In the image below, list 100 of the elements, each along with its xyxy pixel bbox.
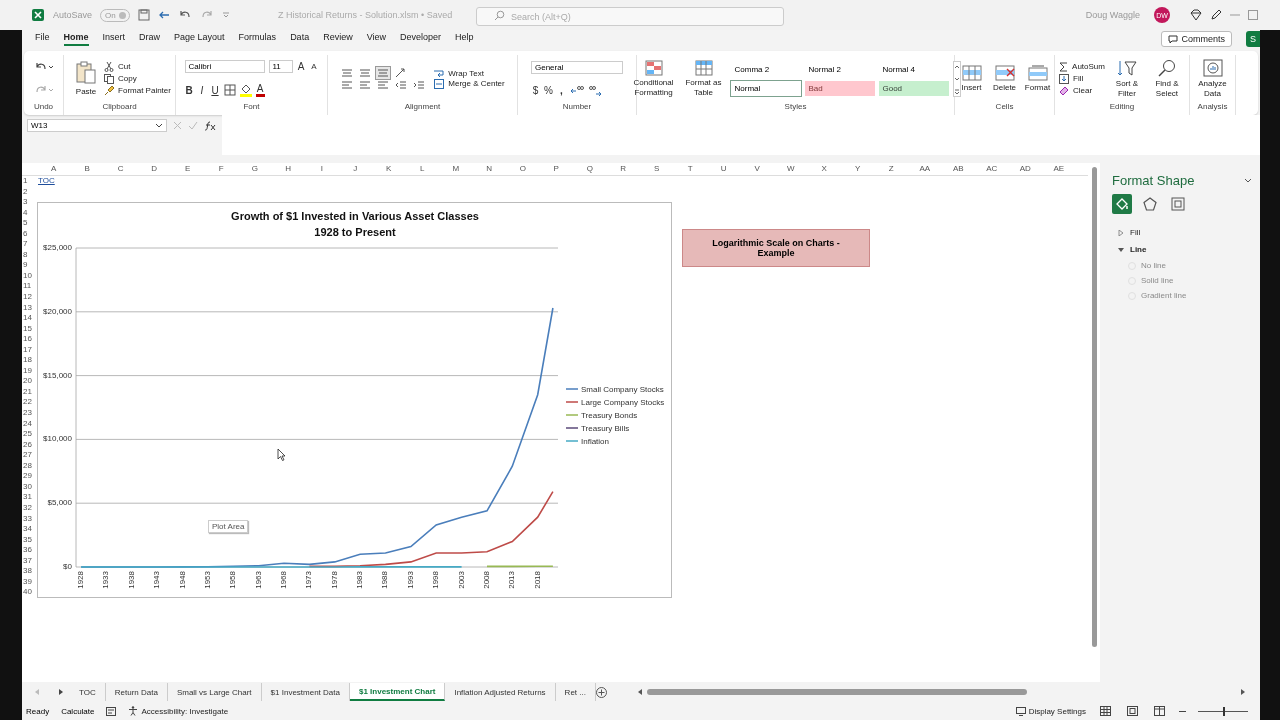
row-header[interactable]: 15 <box>22 323 37 335</box>
menu-tab[interactable]: Home <box>63 32 89 46</box>
sheet-tab[interactable]: Return Data <box>105 683 168 701</box>
row-header[interactable]: 16 <box>22 334 37 345</box>
display-settings-button[interactable]: Display Settings <box>1015 706 1086 716</box>
autosum-button[interactable]: AutoSum <box>1059 61 1105 72</box>
menu-tab[interactable]: Help <box>455 32 474 46</box>
cell-style[interactable]: Good <box>878 80 949 96</box>
column-header[interactable]: N <box>472 163 506 175</box>
row-header[interactable]: 24 <box>22 418 37 430</box>
column-header[interactable]: Z <box>874 163 908 175</box>
font-color-button[interactable]: A <box>255 83 265 97</box>
column-header[interactable]: Y <box>841 163 875 175</box>
row-header[interactable]: 19 <box>22 365 37 377</box>
column-header[interactable]: AA <box>908 163 942 175</box>
column-header[interactable]: AE <box>1042 163 1076 175</box>
format-cells-button[interactable]: Format <box>1021 64 1054 93</box>
section-header[interactable]: Fill <box>1118 228 1141 237</box>
underline-button[interactable]: U <box>210 84 220 96</box>
column-header[interactable]: O <box>506 163 540 175</box>
row-header[interactable]: 2 <box>22 186 37 198</box>
column-header[interactable]: J <box>338 163 372 175</box>
row-header[interactable]: 28 <box>22 460 37 472</box>
column-header[interactable]: U <box>707 163 741 175</box>
italic-button[interactable]: I <box>197 84 207 96</box>
shrink-font-button[interactable]: A <box>309 62 319 72</box>
row-header[interactable]: 38 <box>22 566 37 577</box>
row-header[interactable]: 35 <box>22 534 37 546</box>
menu-tab[interactable]: Review <box>323 32 353 46</box>
row-header[interactable]: 1 <box>22 176 37 187</box>
row-header[interactable]: 4 <box>22 207 37 219</box>
menu-tab[interactable]: Data <box>290 32 310 46</box>
column-header[interactable]: A <box>37 163 71 175</box>
column-header[interactable]: P <box>539 163 573 175</box>
number-format-dropdown[interactable]: General <box>531 60 623 74</box>
fill-button[interactable]: Fill <box>1059 73 1105 84</box>
insert-cells-button[interactable]: Insert <box>955 64 988 93</box>
copy-button[interactable]: Copy <box>104 73 171 84</box>
row-header[interactable]: 34 <box>22 524 37 535</box>
row-header[interactable]: 32 <box>22 502 37 514</box>
format-as-table-button[interactable]: Format as Table <box>680 59 727 98</box>
column-header[interactable]: Q <box>573 163 607 175</box>
row-header[interactable]: 10 <box>22 270 37 282</box>
format-painter-button[interactable]: Format Painter <box>104 85 171 96</box>
menu-tab[interactable]: Formulas <box>238 32 277 46</box>
conditional-formatting-button[interactable]: Conditional Formatting <box>630 59 677 98</box>
row-header[interactable]: 21 <box>22 386 37 398</box>
sheet-tab[interactable]: Ret ... <box>555 683 596 701</box>
column-header[interactable]: I <box>305 163 339 175</box>
name-box[interactable]: W13 <box>27 119 167 132</box>
column-header[interactable]: H <box>271 163 305 175</box>
delete-cells-button[interactable]: Delete <box>988 64 1021 93</box>
column-header[interactable]: V <box>740 163 774 175</box>
row-header[interactable]: 6 <box>22 228 37 240</box>
row-header[interactable]: 31 <box>22 492 37 503</box>
column-header[interactable]: G <box>238 163 272 175</box>
column-header[interactable]: AC <box>975 163 1009 175</box>
menu-tab[interactable]: View <box>366 32 386 46</box>
row-header[interactable]: 36 <box>22 545 37 556</box>
menu-tab[interactable]: Draw <box>139 32 161 46</box>
sheet-tab[interactable]: $1 Investment Chart <box>349 683 446 701</box>
row-header[interactable]: 27 <box>22 450 37 461</box>
paste-button[interactable]: Paste <box>68 60 105 97</box>
row-header[interactable]: 8 <box>22 249 37 261</box>
cell-style[interactable]: Normal <box>730 80 801 96</box>
merge-center-button[interactable]: Merge & Center <box>434 78 505 89</box>
row-header[interactable]: 13 <box>22 302 37 314</box>
row-header[interactable]: 17 <box>22 344 37 356</box>
analyze-data-button[interactable]: Analyze Data <box>1194 58 1231 99</box>
column-header[interactable]: C <box>104 163 138 175</box>
column-header[interactable]: D <box>137 163 171 175</box>
row-header[interactable]: 40 <box>22 587 37 598</box>
row-header[interactable]: 33 <box>22 513 37 525</box>
column-header[interactable]: R <box>606 163 640 175</box>
comma-style-button[interactable]: , <box>557 85 566 96</box>
column-header[interactable]: M <box>439 163 473 175</box>
menu-tab[interactable]: Insert <box>102 32 126 46</box>
row-header[interactable]: 20 <box>22 376 37 387</box>
row-header[interactable]: 23 <box>22 408 37 419</box>
column-header[interactable]: AB <box>941 163 975 175</box>
find-select-button[interactable]: Find & Select <box>1148 58 1185 99</box>
row-header[interactable]: 26 <box>22 439 37 451</box>
column-header[interactable]: E <box>171 163 205 175</box>
sort-filter-button[interactable]: Sort & Filter <box>1108 58 1145 99</box>
bold-button[interactable]: B <box>184 84 194 96</box>
column-header[interactable]: AD <box>1008 163 1042 175</box>
search-field[interactable]: Search (Alt+Q) <box>476 7 785 26</box>
percent-button[interactable]: % <box>544 85 553 96</box>
row-header[interactable]: 3 <box>22 197 37 208</box>
font-name-dropdown[interactable]: Calibri <box>184 60 265 74</box>
column-header[interactable]: W <box>774 163 808 175</box>
row-header[interactable]: 18 <box>22 355 37 366</box>
column-header[interactable]: X <box>807 163 841 175</box>
row-header[interactable]: 12 <box>22 292 37 303</box>
row-header[interactable]: 11 <box>22 281 37 292</box>
cut-button[interactable]: Cut <box>104 61 171 72</box>
section-header[interactable]: Line <box>1118 245 1147 254</box>
currency-button[interactable]: $ <box>531 85 540 96</box>
column-header[interactable]: S <box>640 163 674 175</box>
sheet-tab[interactable]: Inflation Adjusted Returns <box>445 683 556 701</box>
